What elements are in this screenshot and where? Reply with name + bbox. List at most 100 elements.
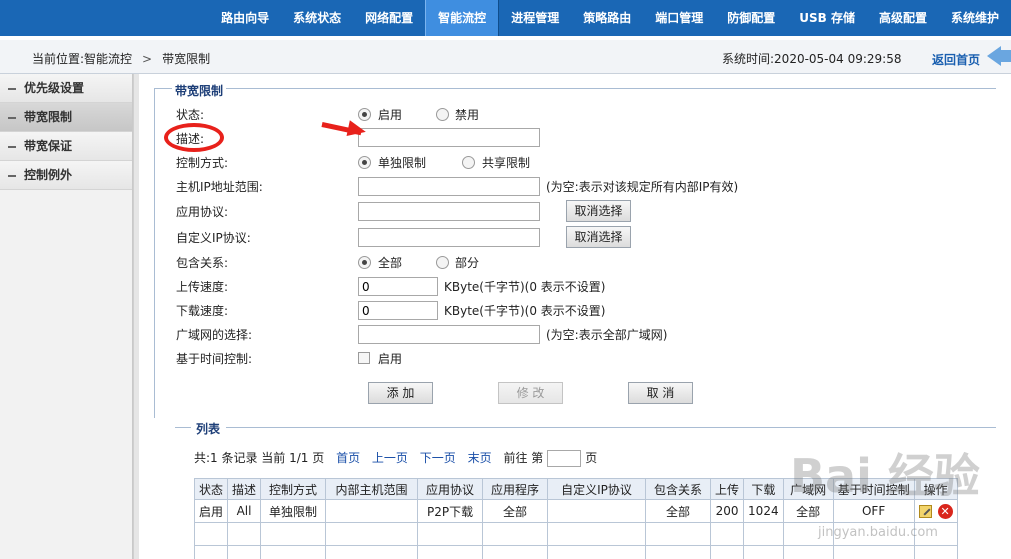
custom-ip-protocol-input[interactable] [358, 228, 540, 247]
table-header-cell: 包含关系 [645, 478, 712, 500]
nav-item-4[interactable]: 进程管理 [499, 0, 571, 36]
pager-last-link[interactable]: 末页 [468, 451, 492, 465]
sidebar-item-0[interactable]: 优先级设置 [0, 74, 132, 103]
list-divider-left [175, 427, 191, 428]
pager-goto-input[interactable] [547, 450, 582, 467]
time-control-label: 基于时间控制: [176, 352, 253, 366]
form-legend: 带宽限制 [172, 82, 227, 99]
nav-item-7[interactable]: 防御配置 [715, 0, 787, 36]
ip-range-input[interactable] [358, 177, 540, 196]
breadcrumb-location: 当前位置:智能流控 [32, 52, 133, 66]
sidebar: 优先级设置 带宽限制带宽保证控制例外 [0, 74, 133, 559]
table-cell: 启用 [193, 499, 229, 523]
ip-range-hint: (为空:表示对该规定所有内部IP有效) [546, 180, 739, 194]
nav-item-2[interactable]: 网络配置 [353, 0, 425, 36]
system-time: 系统时间:2020-05-04 09:29:58 [722, 52, 902, 66]
table-cell [743, 522, 784, 546]
time-control-enable-label: 启用 [378, 352, 403, 366]
table-cell [325, 522, 419, 546]
mode-shared-label: 共享限制 [482, 156, 531, 170]
form-fieldset [154, 88, 996, 418]
app-protocol-label: 应用协议: [176, 205, 229, 219]
table-cell [193, 545, 229, 559]
dash-icon [8, 87, 16, 90]
inclusion-all-label: 全部 [378, 256, 403, 270]
nav-item-3[interactable]: 智能流控 [425, 0, 500, 36]
sidebar-item-label: 带宽保证 [24, 139, 73, 153]
table-cell: P2P下载 [417, 499, 484, 523]
time-control-checkbox[interactable] [358, 352, 370, 364]
wan-input[interactable] [358, 325, 540, 344]
table-cell [227, 522, 262, 546]
wan-hint: (为空:表示全部广域网) [546, 328, 668, 342]
table-cell [260, 545, 327, 559]
upload-speed-input[interactable] [358, 277, 438, 296]
nav-item-10[interactable]: 系统维护 [939, 0, 1011, 36]
upload-speed-unit: KByte(千字节)(0 表示不设置) [444, 280, 606, 294]
sidebar-item-label: 控制例外 [24, 168, 73, 182]
nav-item-5[interactable]: 策略路由 [571, 0, 643, 36]
home-link[interactable]: 返回首页 [932, 51, 980, 68]
table-cell [417, 545, 484, 559]
pager-first-link[interactable]: 首页 [336, 451, 360, 465]
custom-ip-protocol-cancel-button[interactable]: 取消选择 [566, 226, 631, 248]
inclusion-part-radio[interactable] [436, 256, 449, 269]
table-cell: 全部 [645, 499, 712, 523]
app-protocol-cancel-button[interactable]: 取消选择 [566, 200, 631, 222]
sidebar-item-1[interactable]: 带宽限制 [0, 103, 132, 132]
table-row-empty [193, 545, 958, 559]
mode-single-label: 单独限制 [378, 156, 427, 170]
modify-button[interactable]: 修 改 [498, 382, 563, 404]
table-header-cell: 上传 [710, 478, 745, 500]
table-header-cell: 自定义IP协议 [547, 478, 647, 500]
app-protocol-input[interactable] [358, 202, 540, 221]
description-input[interactable] [358, 128, 540, 147]
nav-item-6[interactable]: 端口管理 [643, 0, 715, 36]
table-cell [482, 545, 549, 559]
nav-item-8[interactable]: USB 存储 [787, 0, 867, 36]
sidebar-scrollbar[interactable] [133, 74, 139, 559]
add-button[interactable]: 添 加 [368, 382, 433, 404]
table-cell [782, 545, 834, 559]
watermark-logo: Bai 经验 [790, 449, 980, 503]
nav-item-9[interactable]: 高级配置 [867, 0, 939, 36]
table-cell [743, 545, 784, 559]
table-cell [482, 522, 549, 546]
nav-item-1[interactable]: 系统状态 [281, 0, 353, 36]
cancel-button[interactable]: 取 消 [628, 382, 693, 404]
annotation-arrow-icon [346, 120, 368, 140]
table-header-cell: 应用程序 [482, 478, 549, 500]
table-header-cell: 控制方式 [260, 478, 327, 500]
status-enable-radio[interactable] [358, 108, 371, 121]
inclusion-label: 包含关系: [176, 256, 229, 270]
inclusion-all-radio[interactable] [358, 256, 371, 269]
sidebar-item-3[interactable]: 控制例外 [0, 161, 132, 190]
mode-single-radio[interactable] [358, 156, 371, 169]
pager-summary: 共:1 条记录 当前 1/1 页 [194, 451, 325, 465]
table-header-cell: 应用协议 [417, 478, 484, 500]
breadcrumb-bar: 当前位置:智能流控 > 带宽限制 系统时间:2020-05-04 09:29:58 … [0, 40, 1011, 74]
dash-icon [8, 174, 16, 177]
download-speed-input[interactable] [358, 301, 438, 320]
table-cell [832, 545, 915, 559]
top-nav-items: 路由向导 系统状态 网络配置 智能流控 进程管理 策略路由 端口管理 防御配置 USB 存储 高级… [209, 0, 1011, 36]
pager-prev-link[interactable]: 上一页 [372, 451, 408, 465]
table-cell [913, 545, 958, 559]
breadcrumb: 当前位置:智能流控 > 带宽限制 [32, 50, 210, 67]
table-header-cell: 内部主机范围 [325, 478, 419, 500]
table-cell [547, 522, 647, 546]
status-disable-radio[interactable] [436, 108, 449, 121]
edit-icon[interactable] [918, 504, 932, 518]
table-cell [325, 545, 419, 559]
pager-next-link[interactable]: 下一页 [420, 451, 456, 465]
download-speed-unit: KByte(千字节)(0 表示不设置) [444, 304, 606, 318]
ip-range-label: 主机IP地址范围: [176, 180, 263, 194]
nav-item-0[interactable]: 路由向导 [209, 0, 281, 36]
sidebar-item-2[interactable]: 带宽保证 [0, 132, 132, 161]
pager: 共:1 条记录 当前 1/1 页 首页 上一页 下一页 末页 前往 第 页 [194, 449, 597, 467]
pager-goto-suffix: 页 [585, 451, 598, 465]
status-disable-label: 禁用 [455, 108, 480, 122]
download-speed-label: 下载速度: [176, 304, 229, 318]
mode-shared-radio[interactable] [462, 156, 475, 169]
custom-ip-protocol-label: 自定义IP协议: [176, 231, 251, 245]
